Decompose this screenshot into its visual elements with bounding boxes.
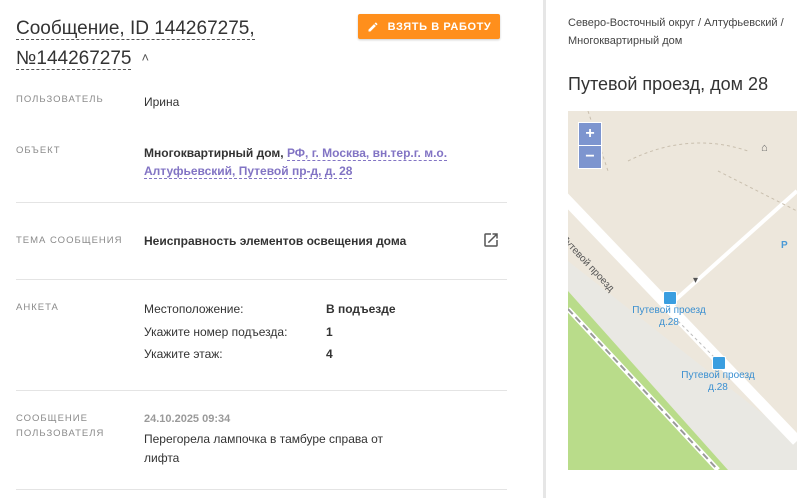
bus-stop-label: Путевой проезд д.28	[672, 370, 764, 394]
divider	[16, 279, 507, 280]
location-panel: Северо-Восточный округ / Алтуфьевский / …	[546, 0, 797, 498]
user-label: ПОЛЬЗОВАТЕЛЬ	[16, 94, 104, 105]
monument-icon: ⌂	[761, 142, 768, 154]
take-to-work-label: ВЗЯТЬ В РАБОТУ	[387, 20, 492, 33]
user-value: Ирина	[144, 95, 180, 109]
bus-stop-label: Путевой проезд д.28	[623, 305, 715, 329]
message-text: Перегорела лампочка в тамбуре справа от …	[144, 432, 384, 465]
map-canvas[interactable]	[568, 111, 797, 470]
message-title-text[interactable]: Сообщение, ID 144267275, №144267275	[16, 18, 255, 70]
survey-key: Укажите этаж:	[144, 347, 223, 361]
survey-label: АНКЕТА	[16, 302, 59, 313]
chevron-up-icon[interactable]: ˄	[141, 43, 149, 72]
survey-value: В подъезде	[326, 302, 396, 316]
survey-value: 1	[326, 325, 333, 339]
survey-key: Местоположение:	[144, 302, 244, 316]
object-type: Многоквартирный дом,	[144, 146, 284, 160]
breadcrumb: Северо-Восточный округ / Алтуфьевский / …	[568, 14, 797, 50]
divider	[16, 390, 507, 391]
address-title: Путевой проезд, дом 28	[568, 74, 769, 94]
bus-stop-name: Путевой проезд	[681, 370, 755, 381]
zoom-out-button[interactable]: −	[578, 145, 602, 169]
bus-stop-icon[interactable]	[712, 356, 726, 370]
message-panel: Сообщение, ID 144267275, №144267275 ˄ ВЗЯ…	[0, 0, 540, 498]
divider	[16, 202, 507, 203]
message-label: ПОЛЬЗОВАТЕЛЯ	[16, 428, 105, 439]
parking-icon: P	[781, 240, 788, 251]
map[interactable]: + − Путевой проезд ⌂ ▾ P Путевой проезд …	[568, 111, 797, 470]
survey-value: 4	[326, 347, 333, 361]
topic-label: ТЕМА СООБЩЕНИЯ	[16, 235, 123, 246]
message-label: СООБЩЕНИЕ	[16, 413, 88, 424]
object-value: Многоквартирный дом, РФ, г. Москва, вн.т…	[144, 144, 464, 180]
message-title[interactable]: Сообщение, ID 144267275, №144267275 ˄	[16, 14, 316, 73]
divider	[16, 489, 507, 490]
breadcrumb-current: Многоквартирный дом	[568, 35, 683, 47]
breadcrumb-path[interactable]: Северо-Восточный округ / Алтуфьевский /	[568, 14, 797, 32]
waste-bin-icon: ▾	[693, 275, 699, 286]
bus-stop-sub: д.28	[708, 382, 728, 393]
zoom-in-button[interactable]: +	[578, 122, 602, 146]
object-label: ОБЪЕКТ	[16, 145, 61, 156]
open-external-icon[interactable]	[482, 231, 500, 249]
survey-key: Укажите номер подъезда:	[144, 325, 288, 339]
message-date: 24.10.2025 09:34	[144, 413, 231, 425]
bus-stop-icon[interactable]	[663, 291, 677, 305]
pencil-icon	[368, 21, 378, 31]
bus-stop-sub: д.28	[659, 317, 679, 328]
take-to-work-button[interactable]: ВЗЯТЬ В РАБОТУ	[358, 14, 500, 39]
bus-stop-name: Путевой проезд	[632, 305, 706, 316]
topic-value: Неисправность элементов освещения дома	[144, 234, 407, 248]
